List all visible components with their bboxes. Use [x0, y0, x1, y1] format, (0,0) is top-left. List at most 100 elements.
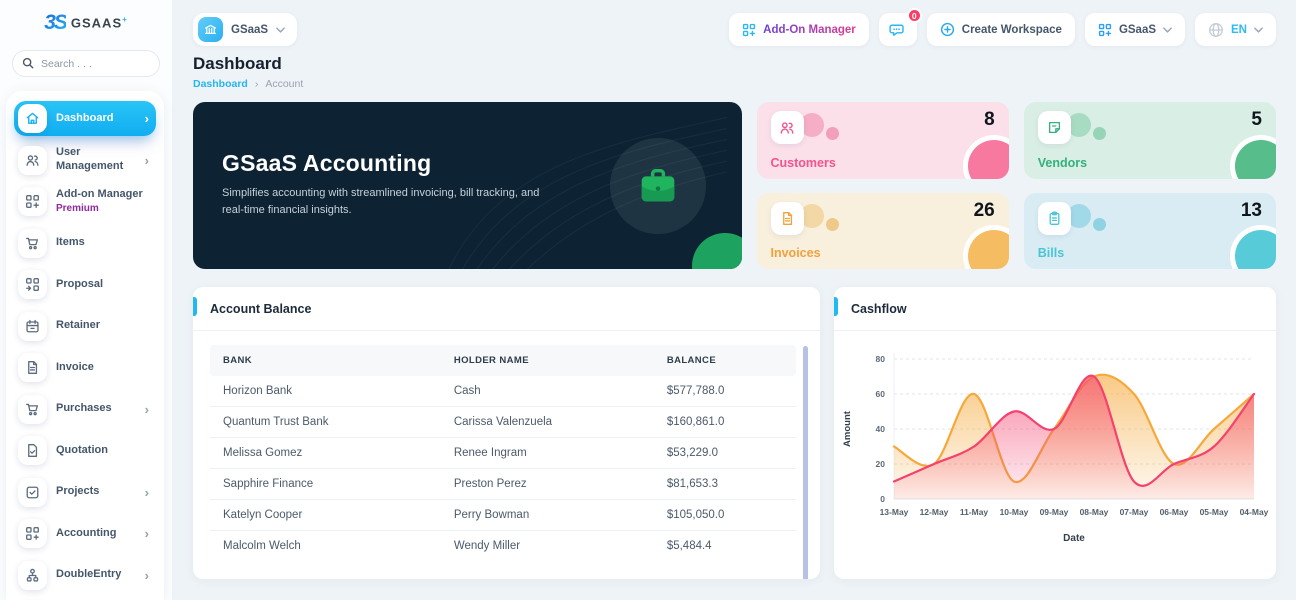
workspace-name: GSaaS	[231, 24, 268, 36]
breadcrumb-separator: ›	[255, 78, 259, 90]
hierarchy-icon	[18, 561, 47, 590]
hero-banner: GSaaS Accounting Simplifies accounting w…	[193, 102, 742, 269]
invoices-icon	[771, 202, 804, 235]
sidebar-item-doubleentry[interactable]: DoubleEntry ›	[14, 558, 156, 593]
sidebar-item-label: Quotation	[56, 444, 108, 458]
account-balance-table-wrap: BANK HOLDER NAME BALANCE Horizon BankCas…	[193, 331, 820, 561]
create-workspace-button[interactable]: Create Workspace	[927, 13, 1075, 46]
sidebar-item-projects[interactable]: Projects ›	[14, 475, 156, 510]
x-tick-label: 12-May	[920, 507, 949, 517]
x-axis-label: Date	[1063, 533, 1085, 544]
table-header-row: BANK HOLDER NAME BALANCE	[210, 345, 796, 376]
table-row[interactable]: Melissa GomezRenee Ingram$53,229.0	[210, 438, 796, 469]
stat-card-bills[interactable]: 13 Bills	[1024, 193, 1276, 270]
breadcrumb-dashboard-link[interactable]: Dashboard	[193, 78, 248, 90]
sidebar-item-accounting[interactable]: Accounting ›	[14, 516, 156, 551]
sidebar-item-proposal[interactable]: Proposal	[14, 267, 156, 302]
table-row[interactable]: Katelyn CooperPerry Bowman$105,050.0	[210, 500, 796, 531]
y-tick-label: 20	[876, 459, 886, 469]
stat-card-vendors[interactable]: 5 Vendors	[1024, 102, 1276, 179]
chat-bubble-icon	[889, 21, 906, 38]
workspace-menu-button[interactable]: GSaaS	[1085, 13, 1185, 46]
col-holder-name[interactable]: HOLDER NAME	[446, 345, 659, 376]
addon-manager-label: Add-On Manager	[763, 24, 856, 36]
stat-label: Customers	[771, 156, 836, 170]
plus-circle-icon	[940, 22, 955, 37]
panel-title: Account Balance	[210, 302, 311, 316]
chevron-right-icon: ›	[145, 569, 149, 582]
sidebar-item-addon-manager[interactable]: Add-on ManagerPremium	[14, 184, 156, 219]
users-icon	[18, 146, 47, 175]
sidebar-search	[12, 50, 160, 77]
details-row: Account Balance BANK HOLDER NAME BALANCE…	[193, 287, 1276, 579]
grid-plus-icon	[1098, 23, 1112, 37]
chevron-right-icon: ›	[145, 112, 149, 125]
x-tick-label: 08-May	[1080, 507, 1109, 517]
bills-icon	[1038, 202, 1071, 235]
proposal-icon	[18, 270, 47, 299]
workspace-menu-label: GSaaS	[1119, 24, 1156, 36]
stat-label: Vendors	[1038, 156, 1087, 170]
search-icon	[22, 57, 34, 69]
briefcase-icon	[610, 138, 706, 234]
sidebar-item-invoice[interactable]: Invoice	[14, 350, 156, 385]
stat-card-customers[interactable]: 8 Customers	[757, 102, 1009, 179]
breadcrumb: Dashboard › Account	[193, 78, 1276, 90]
sidebar-item-retainer[interactable]: Retainer	[14, 309, 156, 344]
logo-text: GSAAS+	[71, 15, 128, 30]
x-tick-label: 13-May	[880, 507, 909, 517]
decor-bubble	[1093, 127, 1106, 140]
account-balance-panel: Account Balance BANK HOLDER NAME BALANCE…	[193, 287, 820, 579]
language-label: EN	[1231, 24, 1247, 36]
main-content: GSaaS Add-On Manager 0	[172, 0, 1296, 600]
document-icon	[18, 353, 47, 382]
col-balance[interactable]: BALANCE	[659, 345, 796, 376]
app-logo[interactable]: 3S GSAAS+	[0, 0, 172, 46]
topbar: GSaaS Add-On Manager 0	[193, 13, 1276, 46]
messages-count-badge: 0	[907, 8, 922, 23]
x-tick-label: 09-May	[1040, 507, 1069, 517]
sidebar-item-quotation[interactable]: Quotation	[14, 433, 156, 468]
messages-button[interactable]: 0	[879, 13, 917, 46]
table-row[interactable]: Malcolm WelchWendy Miller$5,484.4	[210, 531, 796, 562]
y-tick-label: 40	[876, 424, 886, 434]
cashflow-chart: 02040608013-May12-May11-May10-May09-May0…	[834, 331, 1276, 575]
table-row[interactable]: Horizon BankCash$577,788.0	[210, 376, 796, 407]
grid-plus-icon	[742, 23, 756, 37]
decor-bubble	[826, 127, 839, 140]
table-row[interactable]: Quantum Trust BankCarissa Valenzuela$160…	[210, 407, 796, 438]
globe-icon	[1208, 22, 1224, 38]
stat-card-invoices[interactable]: 26 Invoices	[757, 193, 1009, 270]
logo-plus-icon: +	[122, 15, 128, 24]
customers-icon	[771, 111, 804, 144]
chevron-right-icon: ›	[145, 403, 149, 416]
cart-icon	[18, 395, 47, 424]
account-balance-table: BANK HOLDER NAME BALANCE Horizon BankCas…	[210, 345, 796, 561]
sidebar-item-label: Items	[56, 236, 85, 250]
decor-bubble	[1093, 218, 1106, 231]
sidebar-item-purchases[interactable]: Purchases ›	[14, 392, 156, 427]
sidebar-item-label: DoubleEntry	[56, 568, 121, 582]
sidebar-item-dashboard[interactable]: Dashboard ›	[14, 101, 156, 136]
table-row[interactable]: Sapphire FinancePreston Perez$81,653.3	[210, 469, 796, 500]
search-input[interactable]	[12, 50, 160, 77]
sidebar-item-label: Dashboard	[56, 112, 113, 126]
sidebar-item-user-management[interactable]: User Management ›	[14, 143, 156, 178]
table-scrollbar[interactable]	[803, 346, 808, 579]
language-selector[interactable]: EN	[1195, 13, 1276, 46]
x-tick-label: 06-May	[1160, 507, 1189, 517]
sidebar-item-items[interactable]: Items	[14, 226, 156, 261]
chevron-right-icon: ›	[145, 154, 149, 167]
sidebar: 3S GSAAS+ Dashboard › User Management ›	[0, 0, 172, 600]
panel-header: Cashflow	[834, 287, 1276, 331]
grid-plus-icon	[18, 187, 47, 216]
stat-value: 8	[984, 109, 995, 131]
chevron-down-icon	[1254, 27, 1263, 33]
col-bank[interactable]: BANK	[210, 345, 446, 376]
sidebar-item-label: Purchases	[56, 402, 112, 416]
addon-manager-button[interactable]: Add-On Manager	[729, 13, 869, 46]
workspace-selector[interactable]: GSaaS	[193, 13, 297, 46]
document-check-icon	[18, 436, 47, 465]
y-tick-label: 0	[880, 494, 885, 504]
chevron-down-icon	[1163, 27, 1172, 33]
